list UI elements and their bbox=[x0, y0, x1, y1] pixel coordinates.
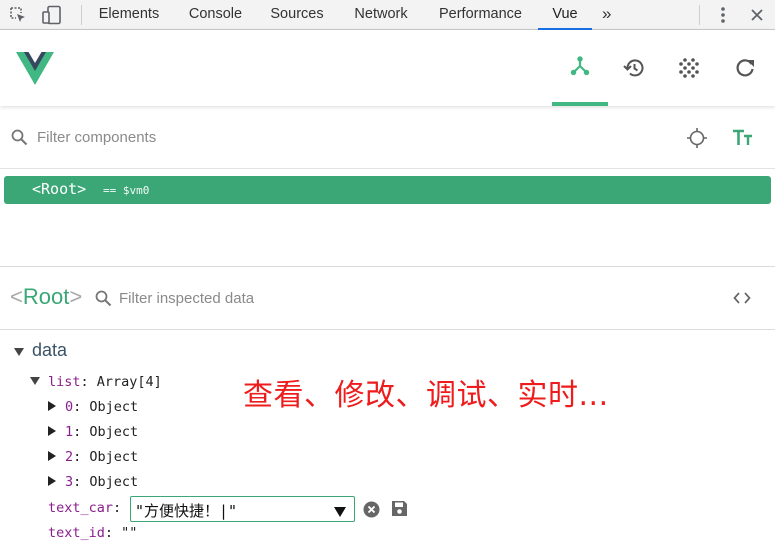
vue-devtools-header bbox=[0, 30, 775, 106]
data-key: text_car bbox=[48, 500, 114, 516]
search-icon bbox=[95, 290, 112, 312]
data-section-title: data bbox=[32, 340, 68, 360]
inspector-header: <Root> Filter inspected data bbox=[0, 266, 775, 330]
tab-elements[interactable]: Elements bbox=[93, 0, 165, 30]
select-component-target-icon[interactable] bbox=[686, 127, 708, 154]
tab-performance[interactable]: Performance bbox=[432, 0, 529, 30]
red-annotation-text: 查看、修改、调试、实时... bbox=[243, 378, 609, 413]
data-row-list-item[interactable]: 2: Object bbox=[48, 449, 138, 469]
data-row-list-item[interactable]: 3: Object bbox=[48, 474, 138, 494]
refresh-icon[interactable] bbox=[717, 30, 773, 106]
device-toolbar-icon[interactable] bbox=[41, 4, 63, 26]
open-bracket: < bbox=[10, 284, 23, 309]
data-key: 0 bbox=[65, 399, 74, 415]
inspected-data-filter-input[interactable]: Filter inspected data bbox=[119, 290, 254, 307]
data-value: Object bbox=[89, 424, 139, 440]
more-tabs-button[interactable]: » bbox=[602, 0, 611, 30]
tab-vue[interactable]: Vue bbox=[538, 0, 592, 30]
data-value: Object bbox=[89, 449, 139, 465]
data-row-text-car: text_car: bbox=[48, 500, 122, 516]
data-key: text_id bbox=[48, 525, 105, 541]
expand-arrow-icon[interactable] bbox=[48, 476, 56, 486]
collapse-arrow-icon[interactable] bbox=[14, 347, 24, 356]
data-key: list bbox=[48, 374, 81, 390]
component-name-text: Root bbox=[22, 284, 70, 309]
root-component-tag: <Root> bbox=[32, 180, 87, 198]
data-value: Array[4] bbox=[96, 374, 162, 390]
data-value: Object bbox=[89, 474, 139, 490]
close-icon[interactable] bbox=[746, 4, 768, 26]
toolbar-divider bbox=[81, 5, 82, 25]
inspect-element-icon[interactable] bbox=[7, 4, 29, 26]
inspected-component-name: <Root> bbox=[10, 284, 82, 310]
tree-node-root[interactable]: <Root> == $vm0 bbox=[4, 176, 771, 204]
devtools-tab-bar: Elements Console Sources Network Perform… bbox=[0, 0, 775, 30]
data-value: "" bbox=[121, 525, 138, 541]
component-tree: <Root> == $vm0 bbox=[0, 170, 775, 266]
caret-down-icon[interactable] bbox=[334, 504, 346, 522]
expand-arrow-icon[interactable] bbox=[48, 401, 56, 411]
search-icon bbox=[11, 129, 28, 151]
data-row-text-id[interactable]: text_id: "" bbox=[48, 525, 137, 545]
history-icon[interactable] bbox=[606, 30, 662, 106]
vue-logo-icon bbox=[16, 52, 54, 90]
data-row-list-item[interactable]: 1: Object bbox=[48, 424, 138, 444]
save-edit-icon[interactable] bbox=[391, 500, 408, 522]
components-filter-input[interactable]: Filter components bbox=[37, 129, 156, 146]
toolbar-divider bbox=[699, 5, 700, 25]
tab-console[interactable]: Console bbox=[182, 0, 249, 30]
tab-sources[interactable]: Sources bbox=[265, 0, 329, 30]
code-view-icon[interactable] bbox=[733, 291, 751, 310]
collapse-arrow-icon[interactable] bbox=[30, 377, 40, 385]
components-filter-bar: Filter components bbox=[0, 107, 775, 169]
edit-input-value: "方便快捷！|" bbox=[135, 502, 238, 520]
data-section-header[interactable]: data bbox=[14, 340, 67, 364]
expand-arrow-icon[interactable] bbox=[48, 451, 56, 461]
data-value: Object bbox=[89, 399, 139, 415]
inspector-data-panel: data list: Array[4] 0: Object 1: Object … bbox=[0, 331, 775, 549]
vuex-dots-icon[interactable] bbox=[661, 30, 717, 106]
data-row-list-item[interactable]: 0: Object bbox=[48, 399, 138, 419]
root-vm-ref: == $vm0 bbox=[103, 184, 150, 197]
cancel-edit-icon[interactable] bbox=[363, 501, 380, 523]
data-row-list[interactable]: list: Array[4] bbox=[30, 374, 162, 394]
tab-network[interactable]: Network bbox=[347, 0, 415, 30]
format-component-names-icon[interactable] bbox=[732, 127, 754, 154]
data-key: 1 bbox=[65, 424, 74, 440]
text-car-edit-input[interactable]: "方便快捷！|" bbox=[130, 496, 355, 522]
kebab-menu-icon[interactable] bbox=[712, 4, 734, 26]
data-key: 2 bbox=[65, 449, 74, 465]
close-bracket: > bbox=[69, 284, 83, 309]
components-tree-icon[interactable] bbox=[552, 30, 608, 106]
expand-arrow-icon[interactable] bbox=[48, 426, 56, 436]
data-key: 3 bbox=[65, 474, 74, 490]
